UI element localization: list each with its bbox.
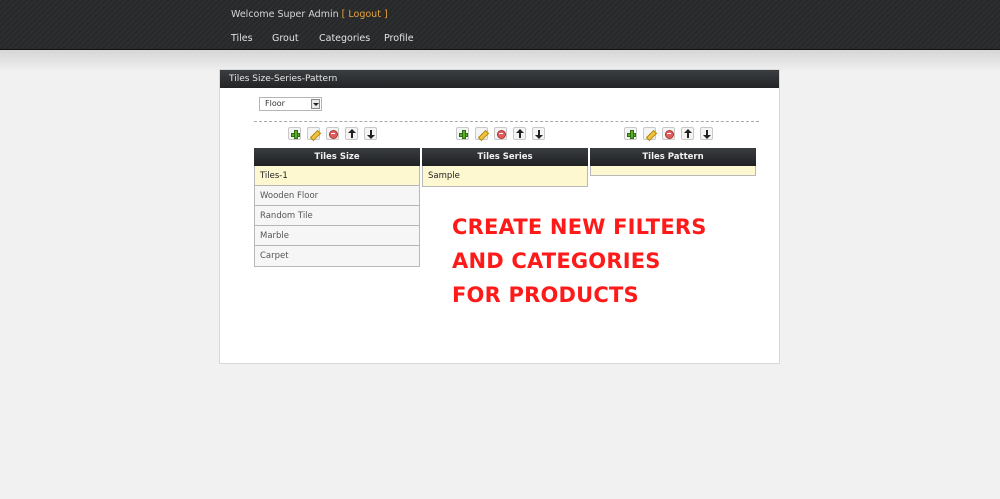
nav-grout[interactable]: Grout <box>272 33 299 44</box>
bracket-close: ] <box>383 9 388 20</box>
promo-line-3: FOR PRODUCTS <box>452 283 639 307</box>
nav-categories[interactable]: Categories <box>319 33 370 44</box>
promo-line-1: CREATE NEW FILTERS <box>452 215 707 239</box>
promo-line-2: AND CATEGORIES <box>452 249 661 273</box>
add-icon[interactable] <box>624 127 637 140</box>
list-item[interactable]: Random Tile <box>255 206 419 226</box>
list-item[interactable]: Carpet <box>255 246 419 266</box>
arrow-up-icon[interactable] <box>681 127 694 140</box>
logout-link[interactable]: Logout <box>348 9 381 20</box>
tiles-pattern-body <box>590 166 756 176</box>
list-item[interactable]: Marble <box>255 226 419 246</box>
welcome-message: Welcome Super Admin [ Logout ] <box>231 9 388 20</box>
arrow-up-icon[interactable] <box>345 127 358 140</box>
tiles-size-header: Tiles Size <box>254 148 420 166</box>
nav-profile[interactable]: Profile <box>384 33 414 44</box>
edit-icon[interactable] <box>307 127 320 140</box>
add-icon[interactable] <box>456 127 469 140</box>
delete-icon[interactable] <box>494 127 507 140</box>
tiles-pattern-header: Tiles Pattern <box>590 148 756 166</box>
tiles-series-body: Sample <box>422 166 588 187</box>
tiles-size-body: Tiles-1 Wooden Floor Random Tile Marble … <box>254 166 420 267</box>
dotted-divider <box>254 121 759 122</box>
delete-icon[interactable] <box>662 127 675 140</box>
tiles-series-list: Tiles Series Sample <box>422 148 588 187</box>
welcome-text: Welcome Super Admin <box>231 9 339 20</box>
list-item[interactable]: Wooden Floor <box>255 186 419 206</box>
promo-overlay: CREATE NEW FILTERS AND CATEGORIES FOR PR… <box>452 210 707 312</box>
tiles-size-list: Tiles Size Tiles-1 Wooden Floor Random T… <box>254 148 420 267</box>
arrow-down-icon[interactable] <box>532 127 545 140</box>
nav-tiles[interactable]: Tiles <box>231 33 253 44</box>
panel-title: Tiles Size-Series-Pattern <box>220 70 779 88</box>
delete-icon[interactable] <box>326 127 339 140</box>
category-select[interactable]: Floor <box>259 97 322 111</box>
list-item[interactable]: Sample <box>423 166 587 186</box>
chevron-down-icon[interactable] <box>311 99 320 109</box>
empty-list-row[interactable] <box>591 166 755 175</box>
tiles-pattern-list: Tiles Pattern <box>590 148 756 176</box>
arrow-down-icon[interactable] <box>700 127 713 140</box>
tiles-series-header: Tiles Series <box>422 148 588 166</box>
edit-icon[interactable] <box>475 127 488 140</box>
arrow-up-icon[interactable] <box>513 127 526 140</box>
add-icon[interactable] <box>288 127 301 140</box>
edit-icon[interactable] <box>643 127 656 140</box>
list-item[interactable]: Tiles-1 <box>255 166 419 186</box>
bracket-open: [ <box>341 9 346 20</box>
category-select-value: Floor <box>265 99 285 108</box>
arrow-down-icon[interactable] <box>364 127 377 140</box>
top-header: Welcome Super Admin [ Logout ] Tiles Gro… <box>0 0 1000 50</box>
